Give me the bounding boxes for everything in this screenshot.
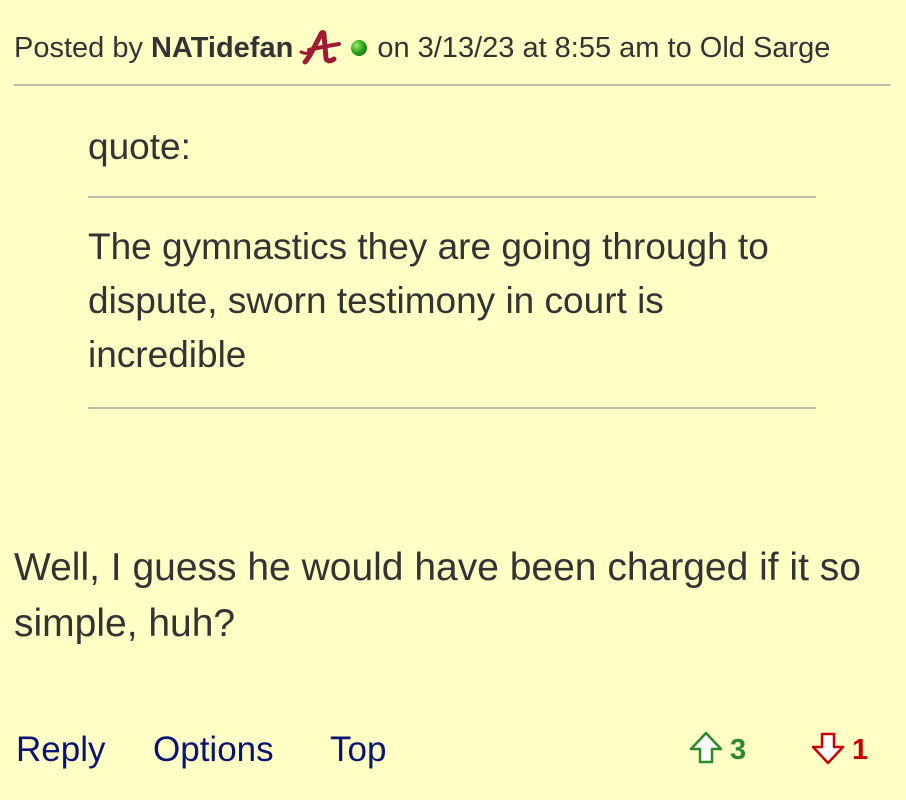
quote-block: quote: The gymnastics they are going thr… (88, 122, 816, 409)
header-divider (14, 84, 890, 86)
downvote-button[interactable]: 1 (810, 730, 868, 770)
quote-bottom-divider (88, 407, 816, 409)
posted-by-prefix: Posted by (14, 32, 143, 64)
arrow-up-icon (688, 730, 724, 771)
downvote-count: 1 (852, 733, 869, 766)
post-header: Posted by NATidefan on 3/13/23 at 8:55 a… (14, 28, 894, 68)
quote-top-divider (88, 196, 816, 198)
quote-label: quote: (88, 126, 191, 167)
post-actions: Reply Options Top 3 1 (0, 722, 906, 778)
post-date-and-recipient: on 3/13/23 at 8:55 am to Old Sarge (377, 32, 831, 64)
reply-link[interactable]: Reply (16, 722, 105, 778)
online-indicator-icon (351, 40, 368, 56)
upvote-count: 3 (730, 733, 747, 766)
author-username[interactable]: NATidefan (151, 28, 293, 68)
options-link[interactable]: Options (153, 722, 274, 778)
forum-post: Posted by NATidefan on 3/13/23 at 8:55 a… (0, 0, 906, 800)
arrow-down-icon (810, 730, 846, 771)
quote-text: The gymnastics they are going through to… (88, 226, 769, 375)
alabama-script-a-icon (299, 28, 345, 68)
top-link[interactable]: Top (330, 722, 386, 778)
post-body: Well, I guess he would have been charged… (14, 546, 861, 645)
upvote-button[interactable]: 3 (688, 730, 746, 770)
